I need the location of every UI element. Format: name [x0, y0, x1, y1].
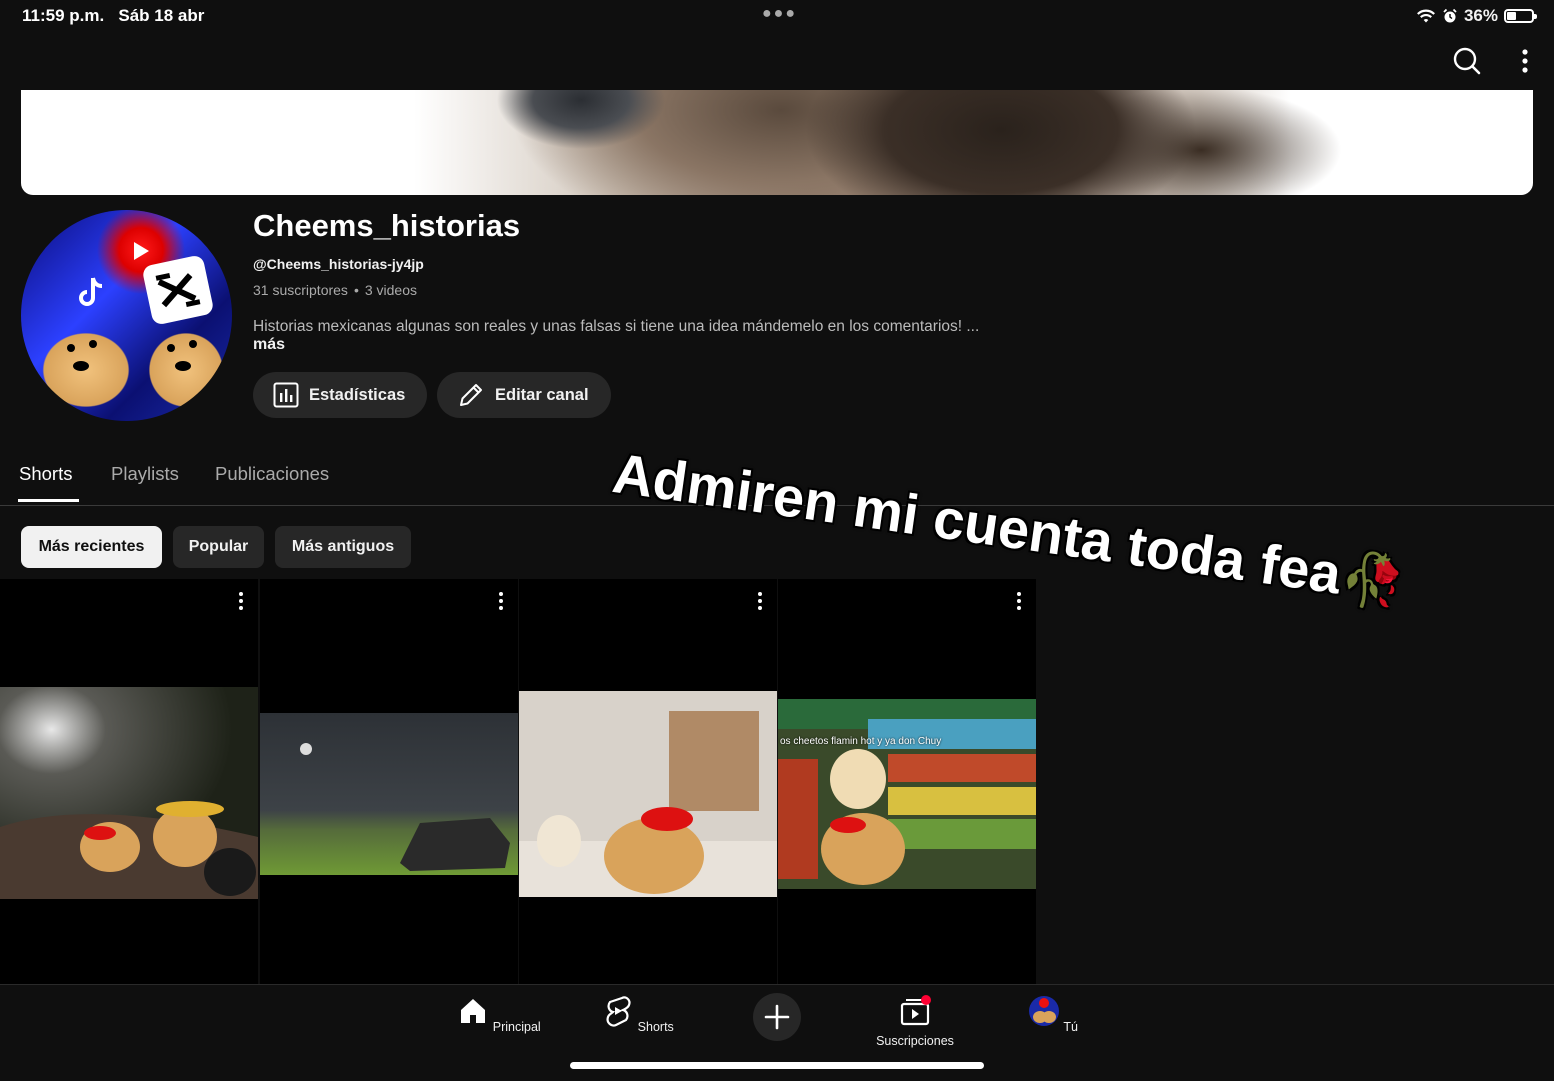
channel-meta: 31 suscriptores • 3 videos — [253, 282, 417, 298]
shorts-grid: os cheetos flamin hot y ya don Chuy — [0, 579, 1036, 984]
play-logo-icon — [134, 242, 149, 260]
edit-channel-label: Editar canal — [495, 385, 589, 404]
short-options-icon[interactable] — [1012, 591, 1026, 611]
nav-subscriptions[interactable]: Suscripciones — [860, 995, 970, 1048]
nav-home[interactable]: Principal — [444, 995, 554, 1034]
home-indicator[interactable] — [570, 1062, 984, 1069]
battery-icon — [1504, 9, 1537, 23]
tab-shorts[interactable]: Shorts — [19, 463, 72, 485]
search-icon — [1453, 47, 1481, 75]
short-options-icon[interactable] — [753, 591, 767, 611]
battery-percent: 36% — [1463, 6, 1498, 25]
profile-avatar-icon — [1029, 996, 1060, 1026]
nav-home-label: Principal — [492, 1020, 541, 1034]
status-right: 36% — [1416, 6, 1537, 26]
tab-publicaciones[interactable]: Publicaciones — [215, 463, 329, 485]
short-thumbnail — [519, 691, 777, 897]
short-tile[interactable] — [0, 579, 258, 984]
subscriptions-icon — [900, 995, 931, 1026]
short-caption: os cheetos flamin hot y ya don Chuy — [780, 736, 942, 747]
short-options-icon[interactable] — [234, 591, 248, 611]
doge-faces-icon — [67, 340, 197, 371]
edit-channel-button[interactable]: Editar canal — [437, 372, 611, 418]
nav-subscriptions-label: Suscripciones — [876, 1034, 954, 1048]
wifi-icon — [1416, 9, 1435, 23]
notification-dot — [921, 995, 931, 1005]
subscriber-count: 31 suscriptores — [253, 282, 348, 298]
status-date-text: Sáb 18 abr — [118, 6, 205, 25]
short-options-icon[interactable] — [494, 591, 508, 611]
pencil-icon — [460, 384, 482, 406]
battery-fill — [1507, 12, 1516, 20]
channel-avatar[interactable] — [21, 210, 232, 421]
status-time: 11:59 p.m. Sáb 18 abr — [22, 6, 204, 26]
multitask-dots-icon[interactable]: ●●● — [762, 5, 797, 23]
short-tile[interactable] — [260, 579, 518, 984]
short-tile[interactable] — [519, 579, 777, 984]
active-tab-indicator — [18, 499, 79, 502]
meta-separator: • — [353, 282, 359, 298]
stats-button-label: Estadísticas — [309, 385, 406, 404]
nav-shorts-label: Shorts — [637, 1020, 674, 1034]
description-more-link[interactable]: más — [253, 336, 285, 354]
channel-handle: @Cheems_historias-jy4jp — [253, 256, 424, 272]
home-icon — [461, 999, 486, 1023]
short-thumbnail — [0, 687, 258, 899]
tiktok-logo-icon — [79, 277, 103, 306]
wilted-rose-icon: 🥀 — [1336, 548, 1409, 615]
top-actions — [1450, 44, 1532, 78]
short-thumbnail — [260, 713, 518, 875]
kebab-menu-icon — [1522, 49, 1528, 73]
filter-popular[interactable]: Popular — [173, 526, 264, 568]
status-bar: 11:59 p.m. Sáb 18 abr ●●● 36% — [0, 0, 1554, 32]
alarm-icon — [1443, 8, 1457, 23]
channel-name: Cheems_historias — [253, 208, 521, 243]
stats-button[interactable]: Estadísticas — [253, 372, 428, 418]
video-count: 3 videos — [364, 282, 417, 298]
channel-description[interactable]: Historias mexicanas algunas son reales y… — [253, 318, 979, 336]
nav-you-label: Tú — [1063, 1020, 1078, 1034]
status-time-text: 11:59 p.m. — [22, 6, 105, 25]
shorts-icon — [606, 996, 631, 1027]
channel-banner[interactable] — [21, 90, 1533, 195]
create-button[interactable] — [753, 993, 801, 1041]
bar-chart-icon — [273, 382, 299, 408]
nav-you[interactable]: Tú — [998, 995, 1108, 1034]
short-thumbnail — [778, 699, 1036, 889]
short-tile[interactable]: os cheetos flamin hot y ya don Chuy — [778, 579, 1036, 984]
search-button[interactable] — [1450, 44, 1484, 78]
more-options-button[interactable] — [1518, 44, 1532, 78]
filter-oldest[interactable]: Más antiguos — [275, 526, 411, 568]
filter-most-recent[interactable]: Más recientes — [21, 526, 162, 568]
plus-icon — [764, 1004, 790, 1030]
nav-shorts[interactable]: Shorts — [583, 995, 693, 1034]
tab-playlists[interactable]: Playlists — [111, 463, 179, 485]
